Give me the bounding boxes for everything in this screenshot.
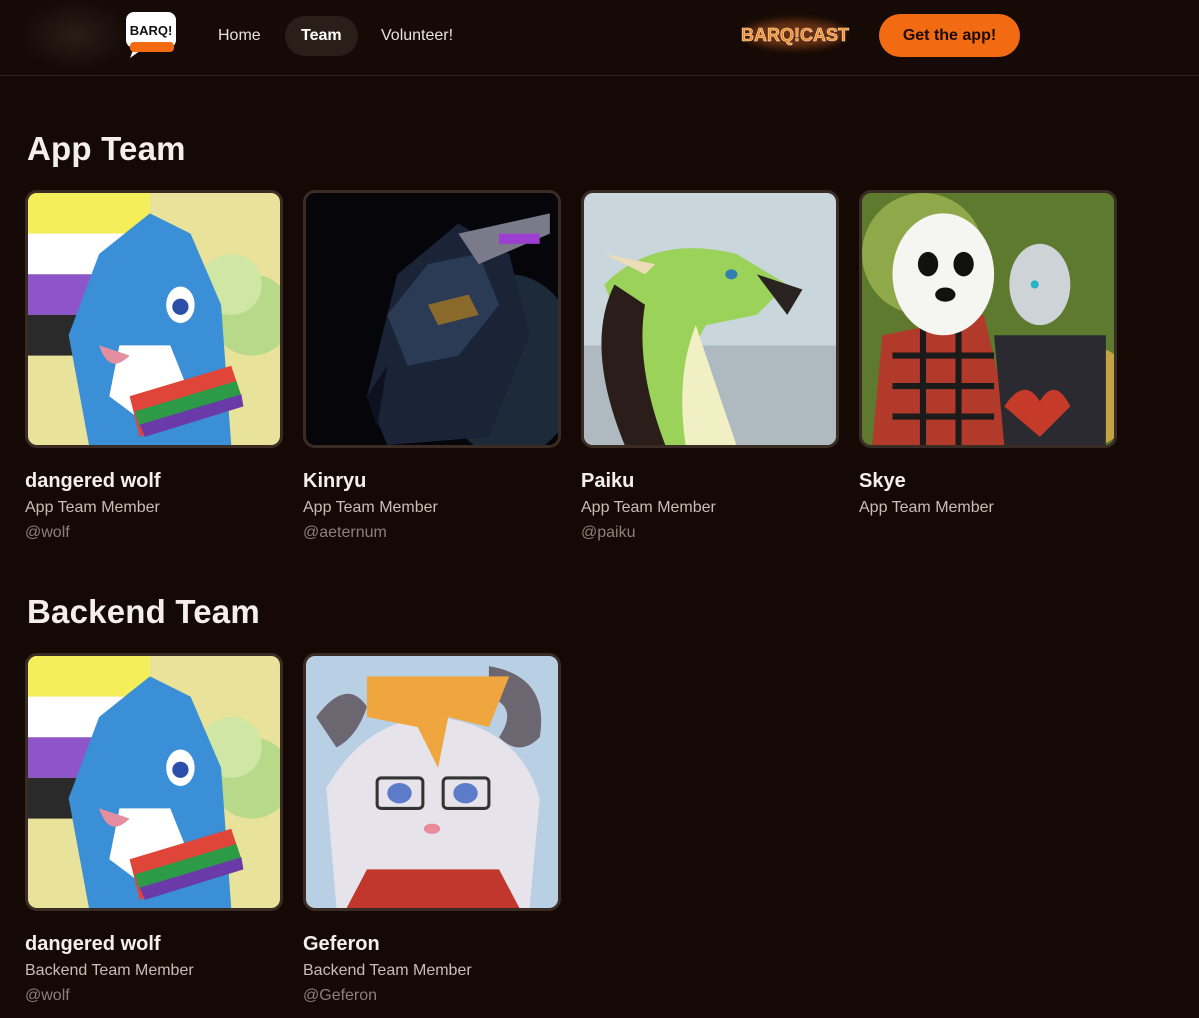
member-role: App Team Member — [581, 499, 716, 516]
member-card[interactable]: dangered wolf App Team Member @wolf — [25, 190, 283, 543]
svg-text:BARQ!: BARQ! — [130, 23, 173, 38]
member-avatar — [25, 190, 283, 448]
member-avatar — [25, 653, 283, 911]
member-name: dangered wolf — [25, 933, 161, 955]
nav-home-link[interactable]: Home — [202, 16, 277, 56]
member-handle[interactable]: @wolf — [25, 523, 283, 543]
member-name: Kinryu — [303, 470, 367, 492]
member-name: Geferon — [303, 933, 380, 955]
member-name: Skye — [859, 470, 906, 492]
svg-text:BARQ!CAST: BARQ!CAST — [741, 25, 849, 45]
member-name: Paiku — [581, 470, 635, 492]
couple-avatar-image — [862, 193, 1114, 445]
blue-wolf-avatar-image — [28, 193, 280, 445]
header-glow — [20, 0, 130, 70]
member-role: App Team Member — [303, 499, 438, 516]
blue-wolf-avatar-image — [28, 656, 280, 908]
member-handle[interactable]: @Geferon — [303, 986, 561, 1006]
member-role: App Team Member — [859, 499, 994, 516]
member-card[interactable]: dangered wolf Backend Team Member @wolf — [25, 653, 283, 1006]
nav-team-link[interactable]: Team — [285, 16, 358, 56]
member-card[interactable]: Paiku App Team Member @paiku — [581, 190, 839, 543]
goat-character-avatar-image — [306, 656, 558, 908]
member-avatar — [581, 190, 839, 448]
member-handle[interactable]: @wolf — [25, 986, 283, 1006]
member-card[interactable]: Geferon Backend Team Member @Geferon — [303, 653, 561, 1006]
section-title-backend-team: Backend Team — [27, 593, 260, 630]
member-avatar — [303, 653, 561, 911]
member-card[interactable]: Kinryu App Team Member @aeternum — [303, 190, 561, 543]
member-handle[interactable]: @paiku — [581, 523, 839, 543]
member-handle[interactable]: @aeternum — [303, 523, 561, 543]
member-avatar — [859, 190, 1117, 448]
member-role: Backend Team Member — [303, 962, 472, 979]
member-avatar — [303, 190, 561, 448]
member-role: Backend Team Member — [25, 962, 194, 979]
green-dragon-avatar-image — [584, 193, 836, 445]
get-the-app-button[interactable]: Get the app! — [879, 14, 1020, 57]
member-name: dangered wolf — [25, 470, 161, 492]
nav-volunteer-link[interactable]: Volunteer! — [365, 16, 469, 56]
member-role: App Team Member — [25, 499, 160, 516]
barq-logo[interactable]: BARQ! — [124, 12, 178, 58]
barqcast-logo[interactable]: BARQ!CAST — [738, 14, 852, 54]
section-title-app-team: App Team — [27, 130, 186, 167]
member-card[interactable]: Skye App Team Member — [859, 190, 1117, 518]
top-navigation-bar: BARQ! Home Team Volunteer! BARQ!CAST Get… — [0, 0, 1199, 76]
dark-dragon-avatar-image — [306, 193, 558, 445]
